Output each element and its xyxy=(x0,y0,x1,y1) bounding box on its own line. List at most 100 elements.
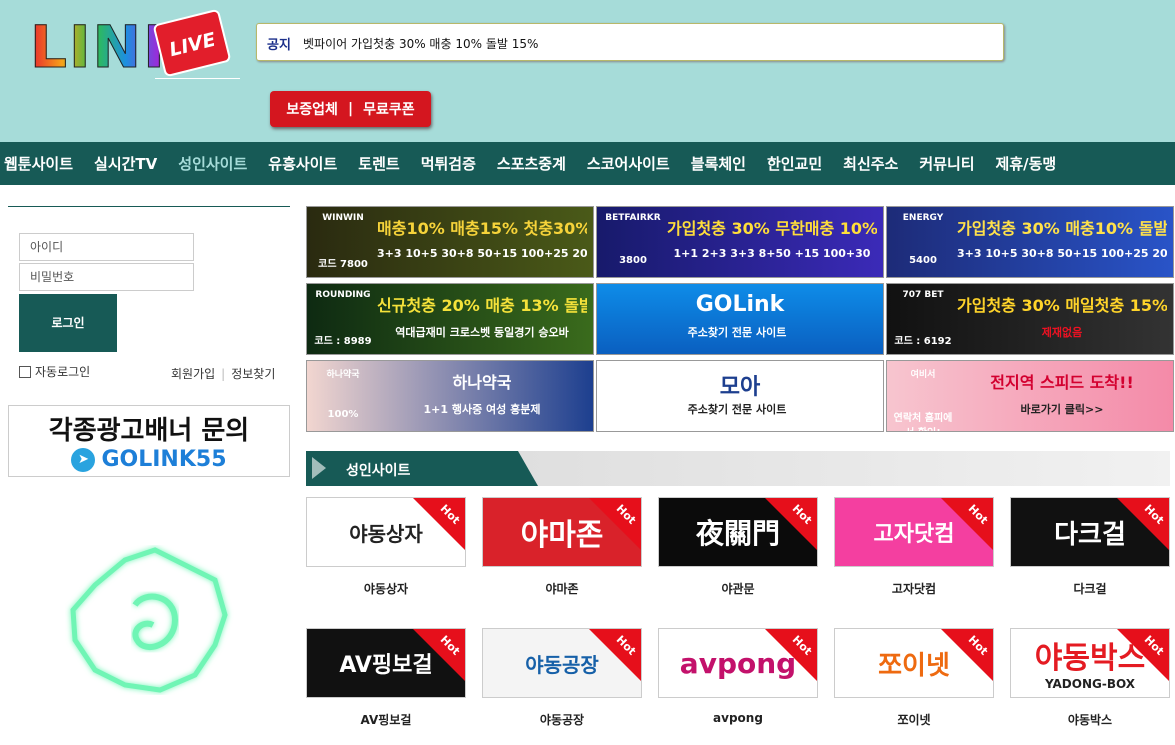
site-name-link[interactable]: 야동공장 xyxy=(482,711,642,728)
find-info-link[interactable]: 정보찾기 xyxy=(231,367,275,381)
nav-item[interactable]: 커뮤니티 xyxy=(919,153,974,174)
banner-subtext: 제재없음 xyxy=(1041,326,1083,339)
site-card[interactable]: AV핑보걸 Hot xyxy=(306,628,466,698)
site-name-link[interactable]: AV핑보걸 xyxy=(306,711,466,728)
auto-login-checkbox[interactable] xyxy=(19,365,31,378)
logo-underline xyxy=(155,78,240,79)
auto-login[interactable]: 자동로그인 xyxy=(19,363,90,380)
site-name-link[interactable]: 고자닷컴 xyxy=(834,580,994,597)
nav-item[interactable]: 웹툰사이트 xyxy=(4,153,73,174)
ad-banner[interactable]: 707 BET 가입첫충 30% 매일첫충 15% 제재없음 코드 : 6192 xyxy=(886,283,1174,355)
ad-banner[interactable]: ENERGY 가입첫충 30% 매충10% 돌발15% 3+3 10+5 30+8 … xyxy=(886,206,1174,278)
banner-subtext: 1+1 행사중 여성 흥분제 xyxy=(423,403,541,416)
ad-banner[interactable]: BETFAIRKR 가입첫충 30% 무한매충 10% 1+1 2+3 3+3 8+… xyxy=(596,206,884,278)
ad-banner[interactable]: WINWIN 매충10% 매충15% 첫충30% 3+3 10+5 30+8 50+… xyxy=(306,206,594,278)
site-card[interactable]: 쪼이넷 Hot xyxy=(834,628,994,698)
ad-banner[interactable]: ROUNDING 신규첫충 20% 매충 13% 돌발 15% 역대급재미 크로스벳… xyxy=(306,283,594,355)
banner-headline: 매충10% 매충15% 첫충30% xyxy=(377,219,587,238)
notice-label: 공지 xyxy=(267,38,291,53)
site-name-link[interactable]: avpong xyxy=(658,711,818,725)
password-input[interactable]: 비밀번호 xyxy=(19,263,194,291)
id-input[interactable]: 아이디 xyxy=(19,233,194,261)
ad-banner[interactable]: 모아모아주소찾기 전문 사이트 xyxy=(596,360,884,432)
hot-badge-label: Hot xyxy=(613,502,639,527)
ad-inquiry-id: GOLINK55 xyxy=(101,447,227,472)
site-card[interactable]: 야동공장 Hot xyxy=(482,628,642,698)
site-name-link[interactable]: 야마존 xyxy=(482,580,642,597)
hot-badge-label: Hot xyxy=(1141,502,1167,527)
site-name-link[interactable]: 야동상자 xyxy=(306,580,466,597)
nav-item[interactable]: 스포츠중계 xyxy=(497,153,566,174)
banner-subtext: 주소찾기 전문 사이트 xyxy=(687,326,787,339)
banner-subtext: 주소찾기 전문 사이트 xyxy=(687,403,787,416)
nav-item[interactable]: 성인사이트 xyxy=(178,153,247,174)
notice-text[interactable]: 벳파이어 가입첫충 30% 매충 10% 돌발 15% xyxy=(303,35,538,52)
nav-item[interactable]: 블록체인 xyxy=(691,153,746,174)
banner-code: 연락처 홈피에서 확인! xyxy=(893,413,953,431)
guarantee-link[interactable]: 보증업체 xyxy=(286,99,338,119)
site-card[interactable]: 夜關門 Hot xyxy=(658,497,818,567)
site-card[interactable]: 야마존 Hot xyxy=(482,497,642,567)
banner-code: 코드 7800 xyxy=(318,259,368,270)
hot-badge-label: Hot xyxy=(1141,633,1167,658)
nav-item[interactable]: 제휴/동맹 xyxy=(996,153,1057,174)
banner-subtext: 1+1 2+3 3+3 8+50 +15 100+30 xyxy=(673,247,871,260)
banner-subtext: 3+3 10+5 30+8 50+15 100+25 200+50 xyxy=(377,247,587,260)
glow-blob-image xyxy=(70,547,228,693)
section-deco-icon xyxy=(312,457,326,479)
login-box: 아이디 비밀번호 로그인 자동로그인 회원가입 | 정보찾기 xyxy=(8,206,290,386)
nav-item[interactable]: 토렌트 xyxy=(358,153,399,174)
ad-inquiry-title: 각종광고배너 문의 xyxy=(48,416,250,446)
site-name-link[interactable]: 야관문 xyxy=(658,580,818,597)
link-separator: | xyxy=(221,367,226,381)
button-separator: | xyxy=(347,101,354,117)
nav-item[interactable]: 최신주소 xyxy=(843,153,898,174)
site-card[interactable]: 야동상자 Hot xyxy=(306,497,466,567)
hot-badge-label: Hot xyxy=(965,633,991,658)
telegram-icon: ➤ xyxy=(71,447,96,472)
auto-login-label: 자동로그인 xyxy=(35,365,91,379)
nav-item[interactable]: 실시간TV xyxy=(94,153,157,174)
guarantee-coupon-button[interactable]: 보증업체 | 무료쿠폰 xyxy=(270,91,431,127)
main-nav: 웹툰사이트 실시간TV 성인사이트 유흥사이트 토렌트 먹튀검증 스포츠중계 스코어사이트 블록… xyxy=(0,142,1175,185)
hot-badge-label: Hot xyxy=(613,633,639,658)
banner-code: 3800 xyxy=(619,255,647,266)
banner-brand: 하나약국 xyxy=(326,370,360,380)
banner-brand: WINWIN xyxy=(322,213,364,223)
ad-banner[interactable]: 하나약국 하나약국 1+1 행사중 여성 흥분제 100% xyxy=(306,360,594,432)
site-name-link[interactable]: 야동박스 xyxy=(1010,711,1170,728)
site-card[interactable]: 야동박스 YADONG-BOX Hot xyxy=(1010,628,1170,698)
free-coupon-link[interactable]: 무료쿠폰 xyxy=(363,99,415,119)
ad-banner[interactable]: GOLinkGOLink주소찾기 전문 사이트 xyxy=(596,283,884,355)
nav-item[interactable]: 먹튀검증 xyxy=(421,153,476,174)
signup-link[interactable]: 회원가입 xyxy=(171,367,215,381)
site-name-link[interactable]: 다크걸 xyxy=(1010,580,1170,597)
banner-code: 코드 : 8989 xyxy=(314,336,372,347)
site-card[interactable]: 다크걸 Hot xyxy=(1010,497,1170,567)
hot-badge-label: Hot xyxy=(965,502,991,527)
banner-headline: 전지역 스피드 도착!! xyxy=(990,373,1134,392)
nav-item[interactable]: 유흥사이트 xyxy=(268,153,337,174)
banner-headline: 가입첫충 30% 매일첫충 15% xyxy=(957,296,1167,315)
nav-item[interactable]: 스코어사이트 xyxy=(587,153,670,174)
banner-code: 코드 : 6192 xyxy=(894,336,952,347)
site-logo[interactable]: LINK LIVE xyxy=(29,8,240,80)
site-header: LINK LIVE 공지 벳파이어 가입첫충 30% 매충 10% 돌발 15%… xyxy=(0,0,1175,142)
notice-bar[interactable]: 공지 벳파이어 가입첫충 30% 매충 10% 돌발 15% xyxy=(256,23,1004,61)
site-name-link[interactable]: 쪼이넷 xyxy=(834,711,994,728)
ad-inquiry-banner[interactable]: 각종광고배너 문의 ➤ GOLINK55 xyxy=(8,405,290,477)
nav-item[interactable]: 한인교민 xyxy=(767,153,822,174)
banner-code: 5400 xyxy=(909,255,937,266)
banner-brand: ENERGY xyxy=(902,213,944,223)
login-button[interactable]: 로그인 xyxy=(19,294,117,352)
ad-banner[interactable]: 여비서 전지역 스피드 도착!! 바로가기 클릭>> 연락처 홈피에서 확인! xyxy=(886,360,1174,432)
site-card[interactable]: avpong Hot xyxy=(658,628,818,698)
site-logo-subtext: YADONG-BOX xyxy=(1044,677,1136,691)
banner-headline: 가입첫충 30% 매충10% 돌발15% xyxy=(957,219,1167,238)
banner-subtext: 바로가기 클릭>> xyxy=(1020,403,1104,416)
banner-brand: BETFAIRKR xyxy=(605,213,661,223)
banner-headline: 하나약국 xyxy=(452,373,512,392)
banner-subtext: 3+3 10+5 30+8 50+15 100+25 200+50 xyxy=(957,247,1167,260)
banner-code: 100% xyxy=(327,409,359,420)
site-card[interactable]: 고자닷컴 Hot xyxy=(834,497,994,567)
